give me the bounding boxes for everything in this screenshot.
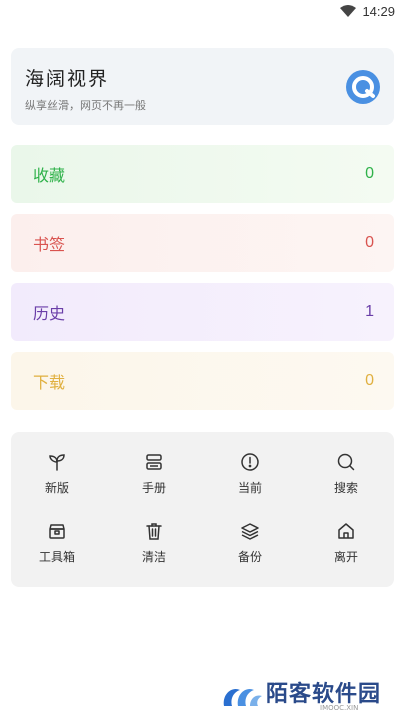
tool-clean[interactable]: 清洁 xyxy=(114,521,194,565)
bookmarks-label: 书签 xyxy=(33,235,66,254)
header-card[interactable]: 海阔视界 纵享丝滑，网页不再一般 xyxy=(11,48,394,125)
downloads-label: 下载 xyxy=(33,373,66,392)
layers-icon xyxy=(241,523,259,540)
tool-label: 新版 xyxy=(44,481,69,495)
favorites-card[interactable]: 收藏 0 xyxy=(11,145,394,203)
favorites-label: 收藏 xyxy=(33,166,66,185)
history-count: 1 xyxy=(365,303,374,320)
tool-label: 搜索 xyxy=(333,481,358,495)
app-subtitle: 纵享丝滑，网页不再一般 xyxy=(25,99,146,112)
sprout-icon xyxy=(49,454,65,471)
watermark-logo-icon xyxy=(223,688,262,706)
downloads-card[interactable]: 下载 0 xyxy=(11,352,394,410)
status-bar: 14:29 xyxy=(0,0,405,22)
tool-leave[interactable]: 离开 xyxy=(306,521,386,565)
trash-icon xyxy=(146,523,162,540)
tool-label: 备份 xyxy=(237,550,262,564)
tool-label: 当前 xyxy=(237,481,262,495)
home-icon xyxy=(338,523,354,539)
history-label: 历史 xyxy=(33,304,66,323)
app-logo-icon[interactable] xyxy=(345,69,381,105)
tool-new-version[interactable]: 新版 xyxy=(17,452,97,496)
tool-search[interactable]: 搜索 xyxy=(306,452,386,496)
downloads-count: 0 xyxy=(365,372,374,389)
toolbox-icon xyxy=(49,524,65,539)
wifi-icon xyxy=(340,5,357,17)
history-card[interactable]: 历史 1 xyxy=(11,283,394,341)
tool-current[interactable]: 当前 xyxy=(210,452,290,496)
tool-backup[interactable]: 备份 xyxy=(210,521,290,565)
status-time: 14:29 xyxy=(362,3,395,19)
tool-label: 手册 xyxy=(141,481,166,495)
bookmarks-count: 0 xyxy=(365,234,374,251)
bookmarks-card[interactable]: 书签 0 xyxy=(11,214,394,272)
tool-manual[interactable]: 手册 xyxy=(114,452,194,496)
search-icon xyxy=(337,453,355,471)
tools-panel: 新版 手册 当前 搜索 工具箱 清洁 备份 离开 xyxy=(11,432,394,587)
tool-label: 清洁 xyxy=(141,550,166,564)
watermark: 陌客软件园 IMOOC.XIN xyxy=(220,676,395,716)
watermark-subtext: IMOOC.XIN xyxy=(320,704,359,712)
manual-icon xyxy=(146,454,162,470)
favorites-count: 0 xyxy=(365,165,374,182)
tool-label: 工具箱 xyxy=(38,550,75,564)
tool-label: 离开 xyxy=(333,550,358,564)
tool-toolbox[interactable]: 工具箱 xyxy=(17,521,97,565)
app-title: 海阔视界 xyxy=(25,68,110,90)
info-circle-icon xyxy=(241,453,259,471)
